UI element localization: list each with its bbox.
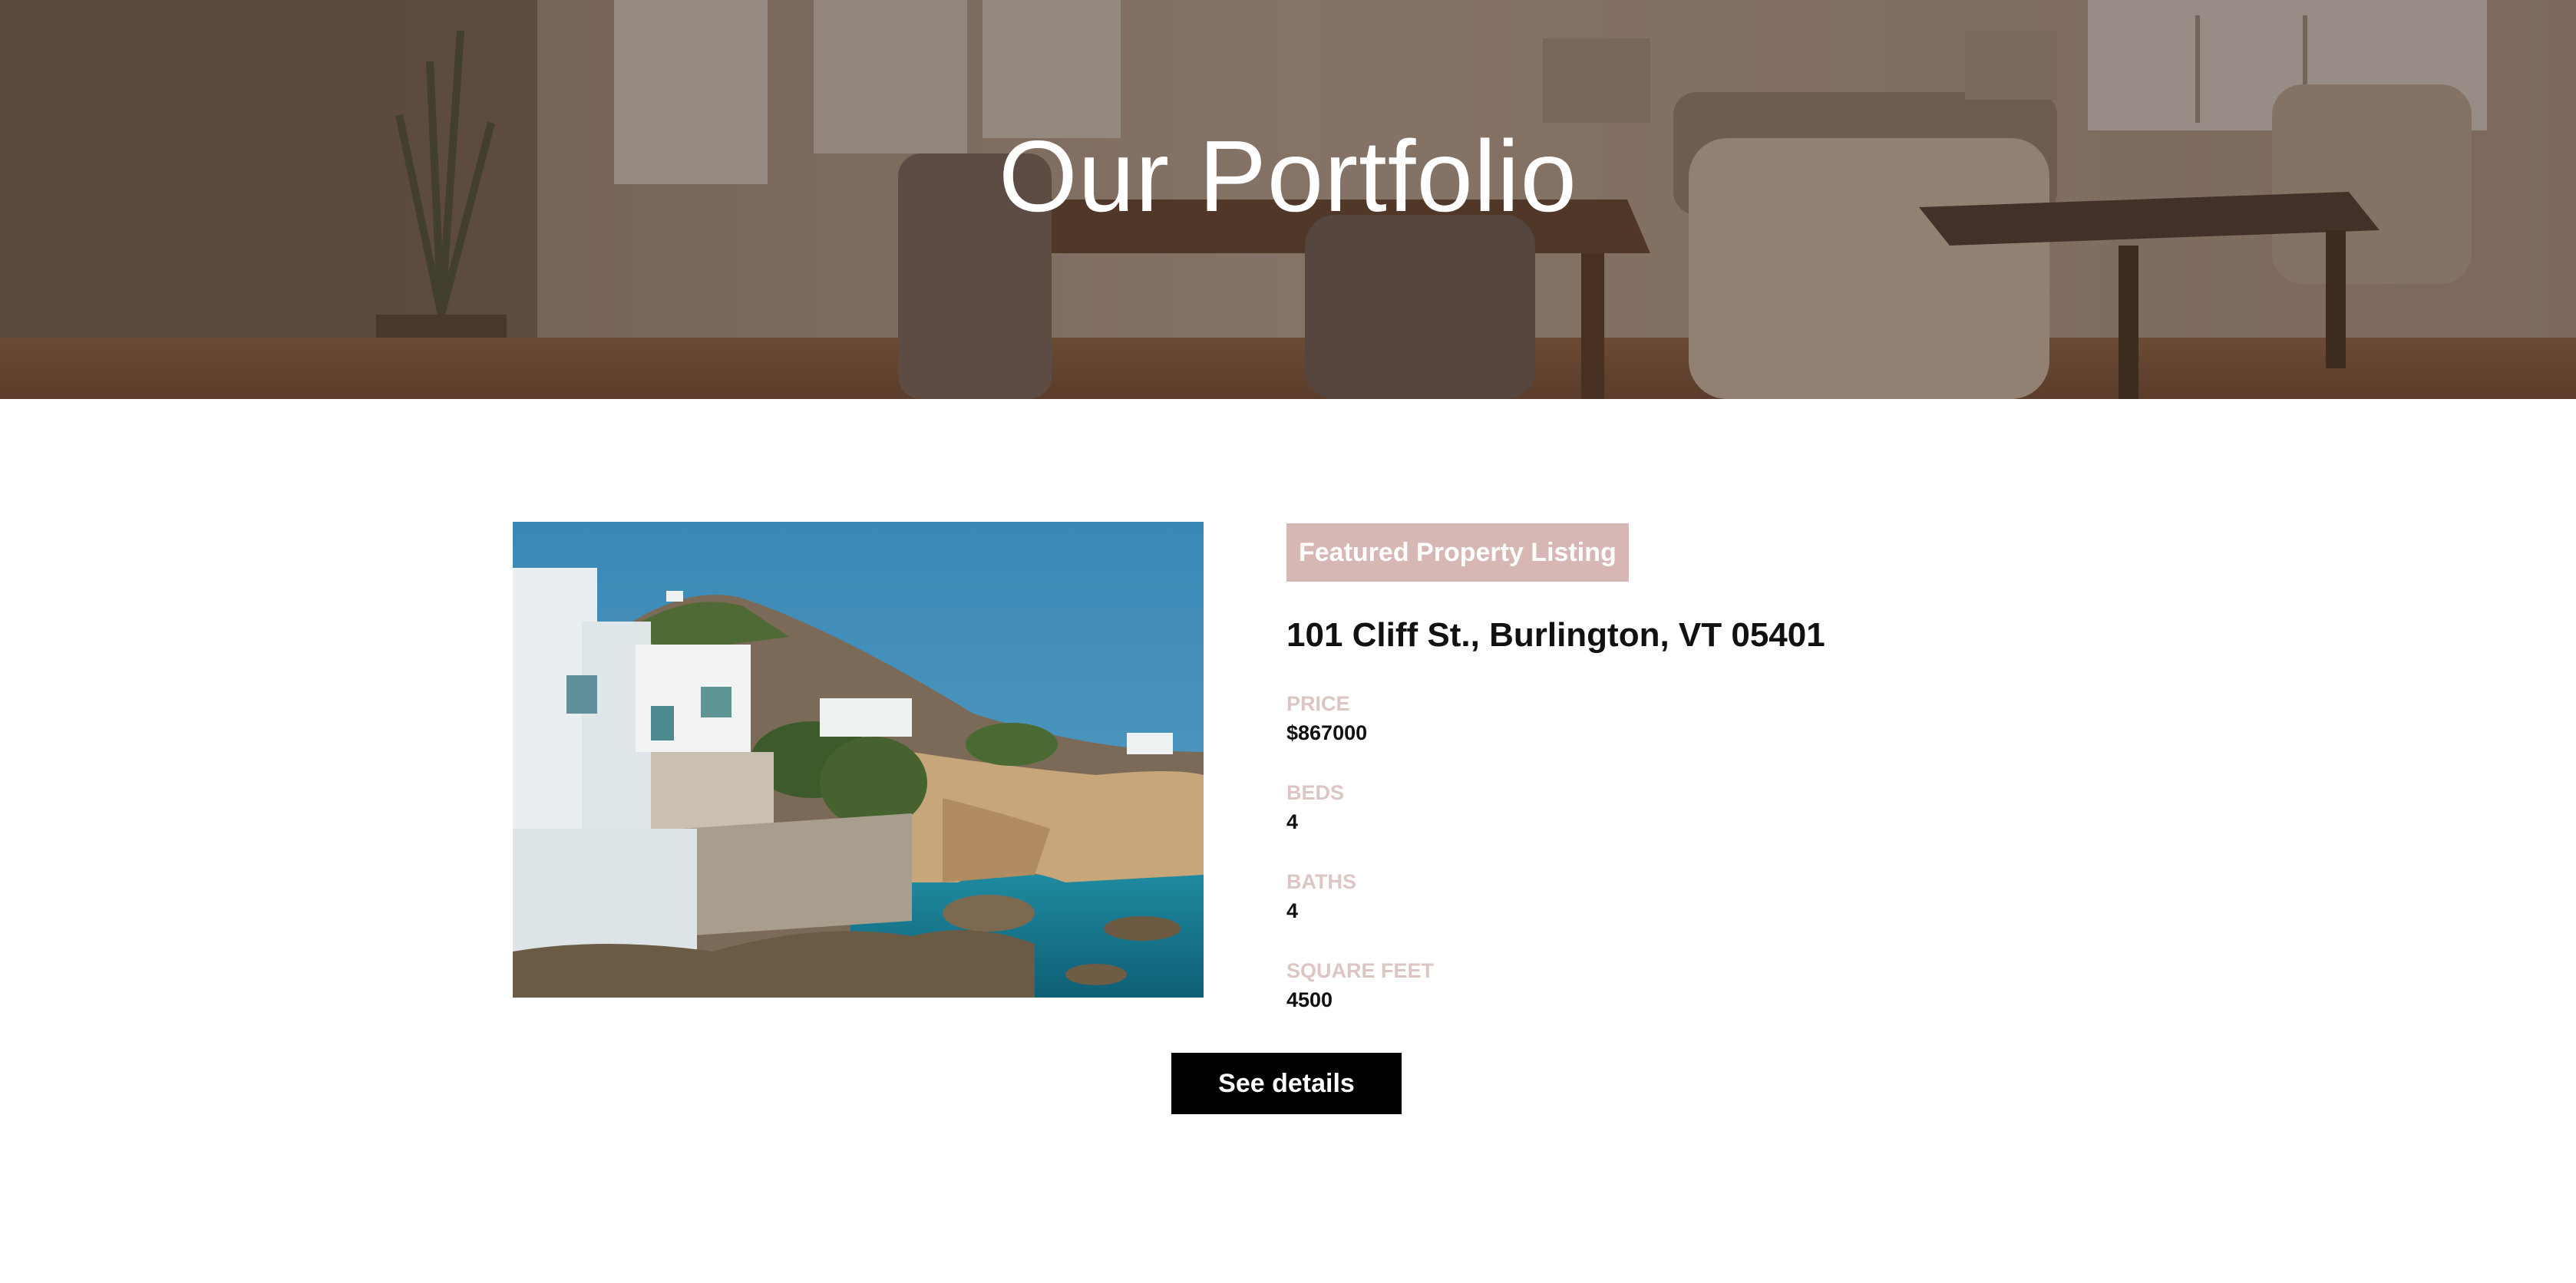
square-feet-field: SQUARE FEET 4500 xyxy=(1286,958,1977,1013)
baths-field: BATHS 4 xyxy=(1286,869,1977,924)
featured-badge: Featured Property Listing xyxy=(1286,523,1629,582)
property-address: 101 Cliff St., Burlington, VT 05401 xyxy=(1286,616,1825,654)
price-field: PRICE $867000 xyxy=(1286,691,1977,746)
property-photo xyxy=(513,522,1204,998)
baths-value: 4 xyxy=(1286,899,1299,922)
price-value: $867000 xyxy=(1286,721,1368,744)
page-title: Our Portfolio xyxy=(999,120,1577,233)
square-feet-label: SQUARE FEET xyxy=(1286,959,1435,982)
baths-label: BATHS xyxy=(1286,870,1356,893)
beds-value: 4 xyxy=(1286,810,1299,833)
hero-banner: Our Portfolio xyxy=(0,0,2576,399)
see-details-button[interactable]: See details xyxy=(1171,1053,1402,1114)
price-label: PRICE xyxy=(1286,692,1350,715)
listing-info: Featured Property Listing 101 Cliff St.,… xyxy=(1286,523,1977,1013)
beds-label: BEDS xyxy=(1286,781,1345,804)
beds-field: BEDS 4 xyxy=(1286,780,1977,835)
square-feet-value: 4500 xyxy=(1286,988,1333,1011)
